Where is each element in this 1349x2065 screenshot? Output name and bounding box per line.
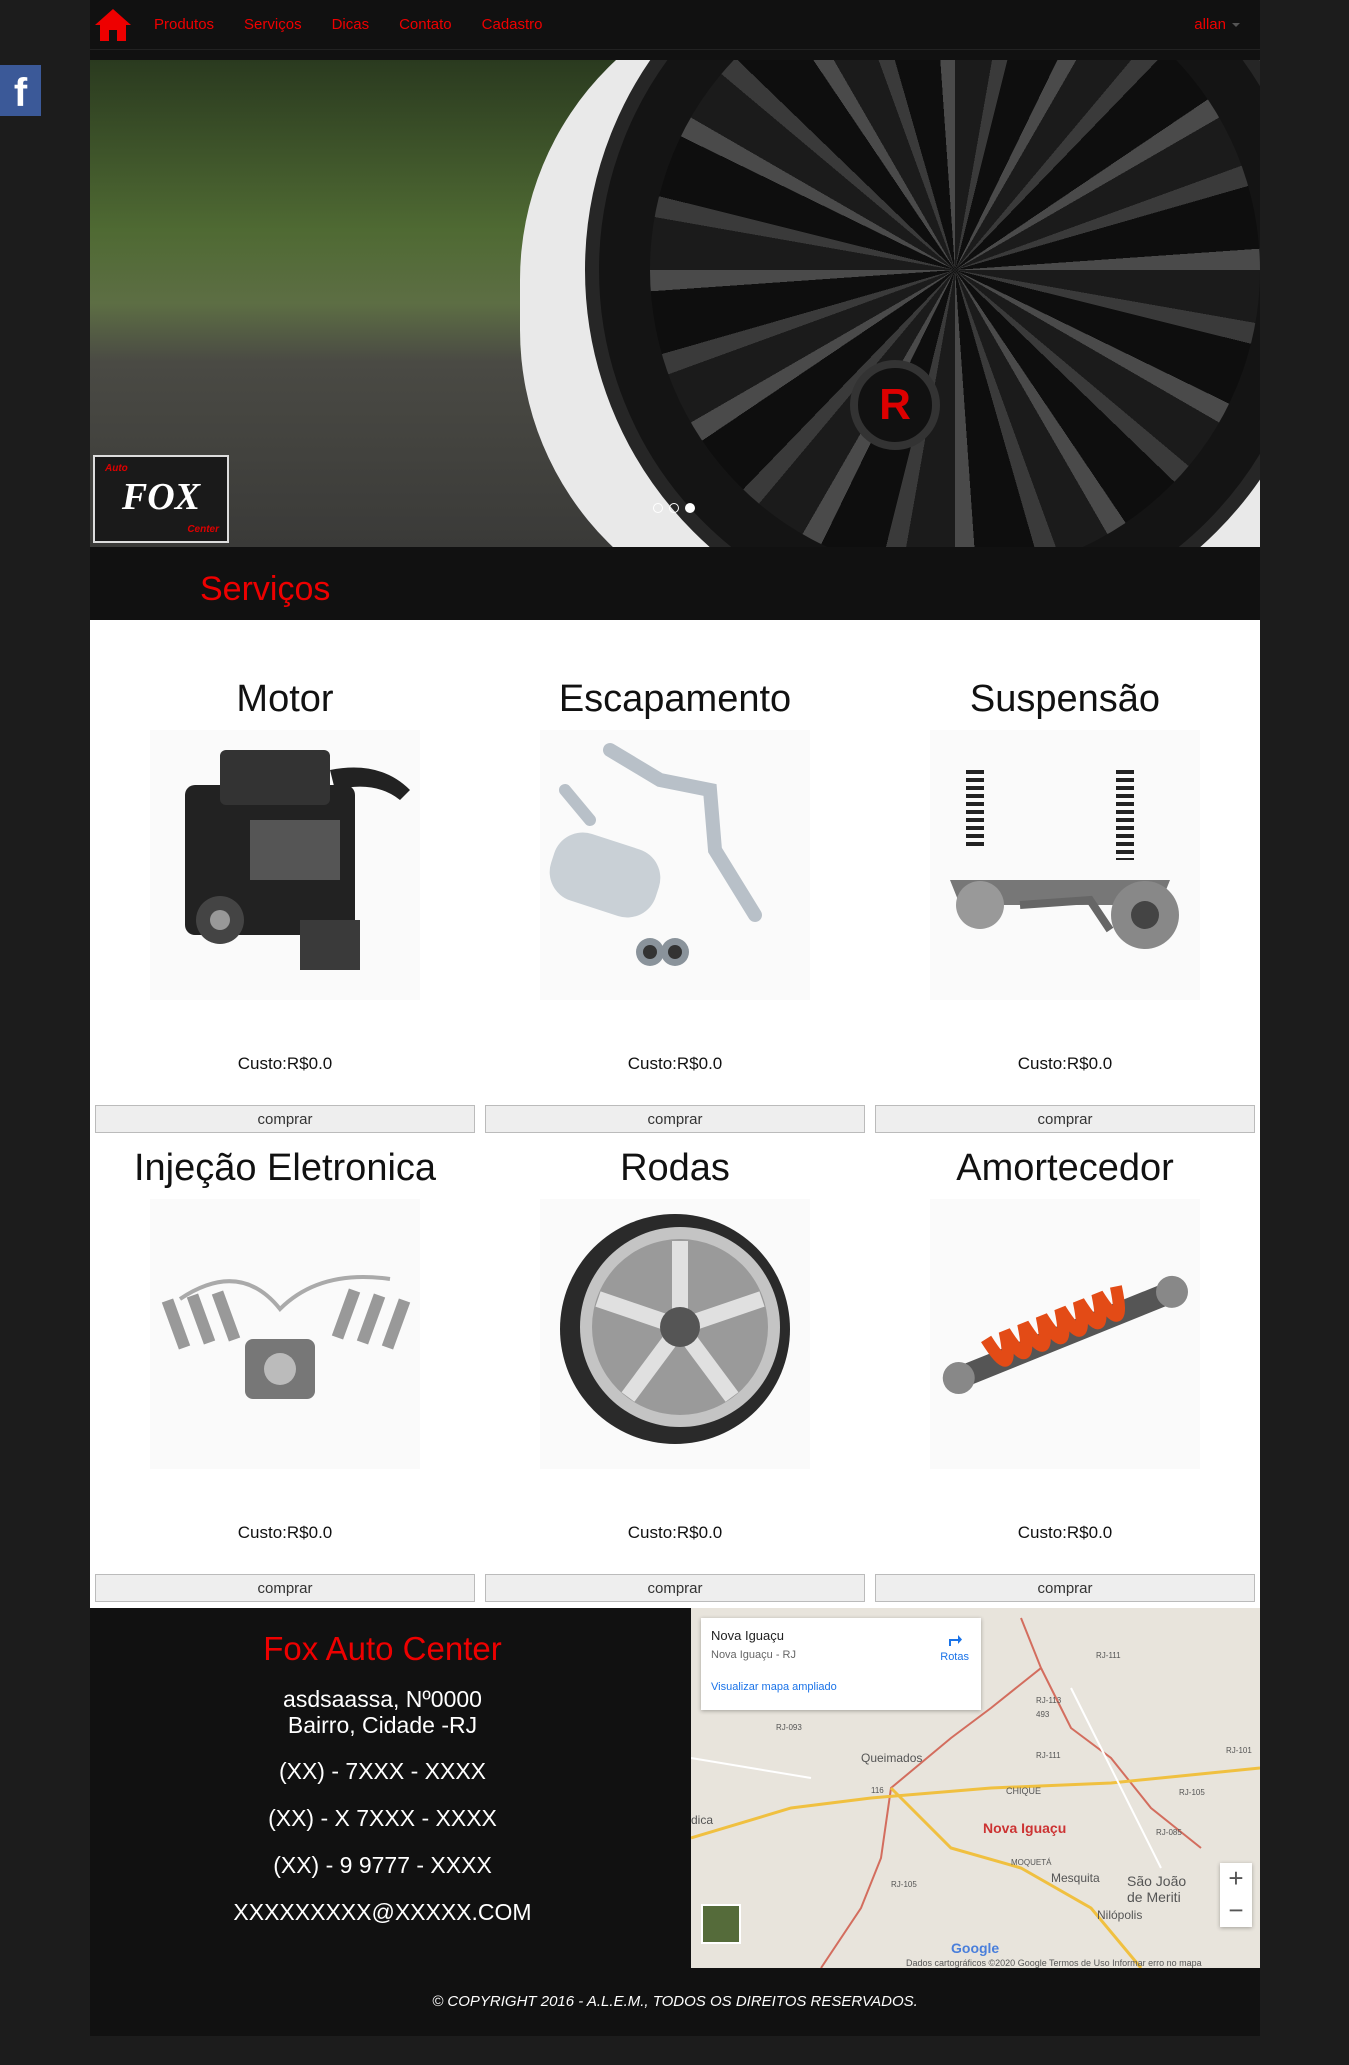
service-price: Custo:R$0.0 [237, 1054, 333, 1073]
buy-button[interactable]: comprar [875, 1574, 1255, 1602]
nav-contato[interactable]: Contato [399, 16, 452, 33]
injection-icon [150, 1199, 420, 1469]
map-label-moqueta: MOQUETÁ [1011, 1858, 1052, 1867]
directions-icon [948, 1635, 962, 1646]
services-grid: Motor Custo:R$0.0 comprar Escapamento Cu… [90, 620, 1260, 1608]
address: asdsaassa, Nº0000 Bairro, Cidade -RJ [90, 1686, 675, 1738]
carousel-dot-1[interactable] [653, 503, 663, 513]
directions-label: Rotas [940, 1651, 969, 1663]
carousel-dot-2[interactable] [669, 503, 679, 513]
service-price: Custo:R$0.0 [1017, 1523, 1113, 1542]
service-title: Suspensão [969, 678, 1161, 720]
rim-image [650, 60, 1260, 547]
road-label: 493 [1036, 1710, 1050, 1719]
enlarge-map-link[interactable]: Visualizar mapa ampliado [711, 1681, 971, 1693]
map-label-nilopolis: Nilópolis [1097, 1908, 1143, 1922]
fox-logo: Auto FOX Center [93, 455, 229, 543]
map-city-label: Nova Iguaçu [983, 1820, 1067, 1836]
suspension-icon [930, 730, 1200, 1000]
map-label-sao-joao: São João [1127, 1873, 1187, 1889]
contact-info: Fox Auto Center asdsaassa, Nº0000 Bairro… [90, 1608, 675, 1926]
road-label: RJ-113 [1036, 1696, 1062, 1705]
service-title: Injeção Eletronica [133, 1147, 437, 1189]
map-embed[interactable]: Nova Iguaçu Nova Iguaçu - RJ Visualizar … [691, 1608, 1260, 1968]
exhaust-icon [540, 730, 810, 1000]
service-card-escapamento: Escapamento Custo:R$0.0 comprar [480, 620, 870, 1133]
carousel-indicators [653, 503, 695, 513]
logo-bottom-text: Center [187, 524, 219, 535]
buy-button[interactable]: comprar [485, 1574, 865, 1602]
navbar: Produtos Serviços Dicas Contato Cadastro… [90, 0, 1260, 50]
user-name: allan [1194, 16, 1226, 33]
phone-3: (XX) - 9 9777 - XXXX [273, 1852, 492, 1878]
phone-2: (XX) - X 7XXX - XXXX [268, 1805, 497, 1831]
user-menu[interactable]: allan [1194, 16, 1240, 33]
nav-servicos[interactable]: Serviços [244, 16, 302, 33]
facebook-icon[interactable]: f [0, 65, 41, 116]
address-line-2: Bairro, Cidade -RJ [287, 1712, 478, 1738]
service-title: Motor [236, 678, 334, 720]
buy-button[interactable]: comprar [95, 1574, 475, 1602]
map-info-card: Nova Iguaçu Nova Iguaçu - RJ Visualizar … [701, 1618, 981, 1710]
logo-top-text: Auto [105, 463, 128, 474]
map-attribution: Dados cartográficos ©2020 Google Termos … [906, 1958, 1202, 1968]
map-label-mesquita: Mesquita [1051, 1871, 1100, 1885]
nav-cadastro[interactable]: Cadastro [482, 16, 543, 33]
road-label: RJ-105 [1179, 1788, 1205, 1797]
service-title: Rodas [620, 1147, 730, 1189]
service-price: Custo:R$0.0 [237, 1523, 333, 1542]
hub-logo: R [879, 380, 911, 429]
road-label: RJ-111 [1036, 1751, 1061, 1760]
satellite-toggle[interactable] [701, 1904, 741, 1944]
google-logo: Google [951, 1940, 1000, 1956]
footer: Fox Auto Center asdsaassa, Nº0000 Bairro… [90, 1608, 1260, 1968]
section-title: Serviços [200, 570, 331, 608]
service-title: Escapamento [558, 678, 792, 720]
wheel-hub: R [850, 360, 940, 450]
service-title: Amortecedor [956, 1147, 1174, 1189]
logo-main-text: FOX [121, 476, 201, 518]
zoom-out-button[interactable]: − [1220, 1895, 1252, 1927]
service-card-amortecedor: Amortecedor Custo:R$0.0 comprar [870, 1089, 1260, 1602]
road-label: 116 [871, 1786, 884, 1795]
nav-dicas[interactable]: Dicas [332, 16, 370, 33]
chevron-down-icon [1232, 23, 1240, 28]
email: XXXXXXXXX@XXXXX.COM [233, 1899, 532, 1925]
service-card-injecao: Injeção Eletronica Custo:R$0.0 comprar [90, 1089, 480, 1602]
map-label-de-meriti: de Meriti [1127, 1889, 1181, 1905]
map-zoom-control: + − [1220, 1863, 1252, 1927]
map-label-dica: dica [691, 1813, 714, 1827]
map-place-name: Nova Iguaçu [711, 1628, 784, 1643]
road-label: RJ-105 [891, 1880, 917, 1889]
road-label: RJ-085 [1156, 1828, 1182, 1837]
zoom-in-button[interactable]: + [1220, 1863, 1252, 1895]
engine-icon [150, 730, 420, 1000]
service-price: Custo:R$0.0 [627, 1054, 723, 1073]
carousel-dot-3[interactable] [685, 503, 695, 513]
hero-carousel: R Auto FOX Center [90, 60, 1260, 547]
address-line-1: asdsaassa, Nº0000 [283, 1686, 482, 1712]
map-label-queimados: Queimados [861, 1751, 923, 1765]
map-label-chique: CHIQUE [1006, 1786, 1042, 1796]
nav-produtos[interactable]: Produtos [154, 16, 214, 33]
home-icon[interactable] [92, 5, 134, 45]
company-name: Fox Auto Center [263, 1630, 502, 1667]
road-label: RJ-111 [1096, 1651, 1121, 1660]
shock-absorber-icon [930, 1199, 1200, 1469]
copyright: © COPYRIGHT 2016 - A.L.E.M., TODOS OS DI… [432, 1993, 918, 2010]
road-label: RJ-101 [1226, 1746, 1252, 1755]
road-label: RJ-093 [776, 1723, 802, 1732]
service-card-suspensao: Suspensão Custo:R$0.0 comprar [870, 620, 1260, 1133]
service-card-rodas: Rodas Custo:R$0.0 comprar [480, 1089, 870, 1602]
directions-button[interactable]: Rotas [940, 1630, 969, 1663]
service-price: Custo:R$0.0 [1017, 1054, 1113, 1073]
phone-1: (XX) - 7XXX - XXXX [278, 1758, 487, 1784]
service-price: Custo:R$0.0 [627, 1523, 723, 1542]
service-card-motor: Motor Custo:R$0.0 comprar [90, 620, 480, 1133]
map-place-sub: Nova Iguaçu - RJ [711, 1649, 796, 1661]
services-header: Serviços [90, 550, 1260, 620]
page-container: Produtos Serviços Dicas Contato Cadastro… [90, 0, 1260, 2036]
wheel-icon [540, 1199, 810, 1469]
